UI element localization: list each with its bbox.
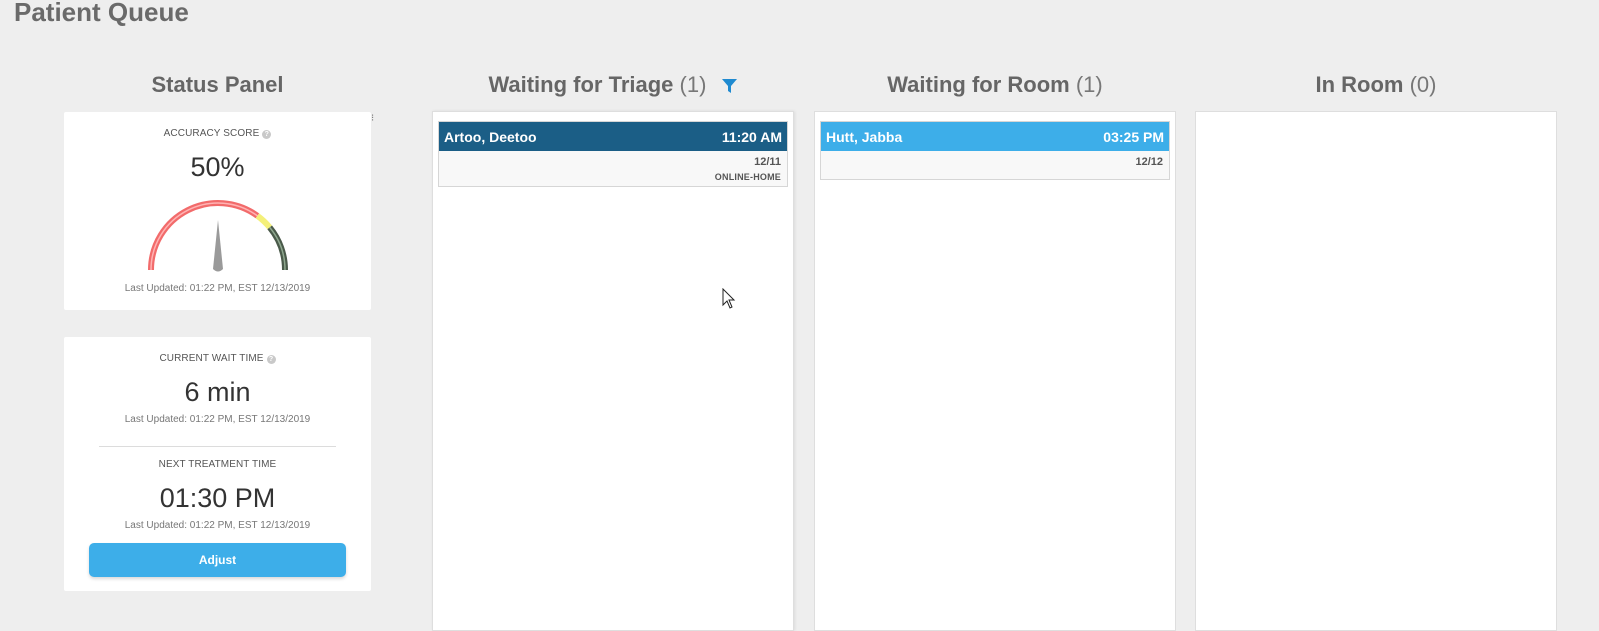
room-title: Waiting for Room [887, 72, 1070, 97]
patient-name: Artoo, Deetoo [444, 128, 537, 145]
mouse-pointer-icon [722, 288, 736, 309]
inroom-heading: In Room (0) [1195, 72, 1557, 98]
accuracy-card: ACCURACY SCORE? 50% Last Updated: 01:22 … [64, 112, 371, 310]
treatment-label: NEXT TREATMENT TIME [158, 459, 277, 470]
patient-time: 03:25 PM [1103, 128, 1164, 145]
patient-source: ONLINE-HOME [714, 172, 781, 182]
wait-label: CURRENT WAIT TIME? [64, 353, 371, 364]
page-title: Patient Queue [14, 0, 189, 27]
accuracy-gauge [148, 200, 288, 272]
triage-title: Waiting for Triage [488, 72, 674, 97]
status-panel-title: Status Panel [151, 72, 284, 97]
inroom-lane[interactable] [1195, 111, 1557, 631]
wait-updated: Last Updated: 01:22 PM, EST 12/13/2019 [124, 414, 311, 425]
room-lane[interactable]: Hutt, Jabba 03:25 PM 12/12 [814, 111, 1176, 631]
adjust-button[interactable]: Adjust [89, 543, 346, 577]
status-panel-heading: Status Panel [64, 72, 371, 98]
room-count: (1) [1075, 72, 1103, 97]
patient-card-header: Artoo, Deetoo 11:20 AM [439, 122, 787, 151]
patient-card-body: 12/11 ONLINE-HOME [439, 151, 787, 186]
inroom-title: In Room [1315, 72, 1404, 97]
triage-heading: Waiting for Triage (1) [432, 72, 794, 100]
wait-value: 6 min [184, 377, 251, 407]
inroom-count: (0) [1409, 72, 1437, 97]
treatment-value: 01:30 PM [159, 483, 276, 513]
help-icon[interactable]: ? [262, 130, 272, 139]
accuracy-label: ACCURACY SCORE? [64, 128, 371, 139]
patient-card-header: Hutt, Jabba 03:25 PM [821, 122, 1169, 151]
patient-date: 12/11 [754, 156, 781, 168]
patient-time: 11:20 AM [721, 128, 782, 145]
wait-card: CURRENT WAIT TIME? 6 min Last Updated: 0… [64, 337, 371, 591]
gauge-needle [213, 220, 223, 272]
patient-date: 12/12 [1135, 156, 1163, 168]
patient-card[interactable]: Artoo, Deetoo 11:20 AM 12/11 ONLINE-HOME [438, 121, 788, 187]
triage-lane[interactable]: Artoo, Deetoo 11:20 AM 12/11 ONLINE-HOME [432, 111, 794, 631]
divider [99, 446, 336, 447]
treatment-updated: Last Updated: 01:22 PM, EST 12/13/2019 [124, 520, 311, 531]
resize-mark: ⁝ [371, 113, 375, 124]
room-heading: Waiting for Room (1) [814, 72, 1176, 98]
help-icon[interactable]: ? [266, 355, 276, 364]
triage-count: (1) [679, 72, 707, 97]
filter-icon[interactable] [721, 74, 738, 100]
patient-card-body: 12/12 [821, 151, 1169, 179]
patient-card[interactable]: Hutt, Jabba 03:25 PM 12/12 [820, 121, 1170, 180]
accuracy-updated: Last Updated: 01:22 PM, EST 12/13/2019 [124, 283, 311, 294]
patient-name: Hutt, Jabba [826, 128, 903, 145]
accuracy-value: 50% [190, 152, 245, 182]
